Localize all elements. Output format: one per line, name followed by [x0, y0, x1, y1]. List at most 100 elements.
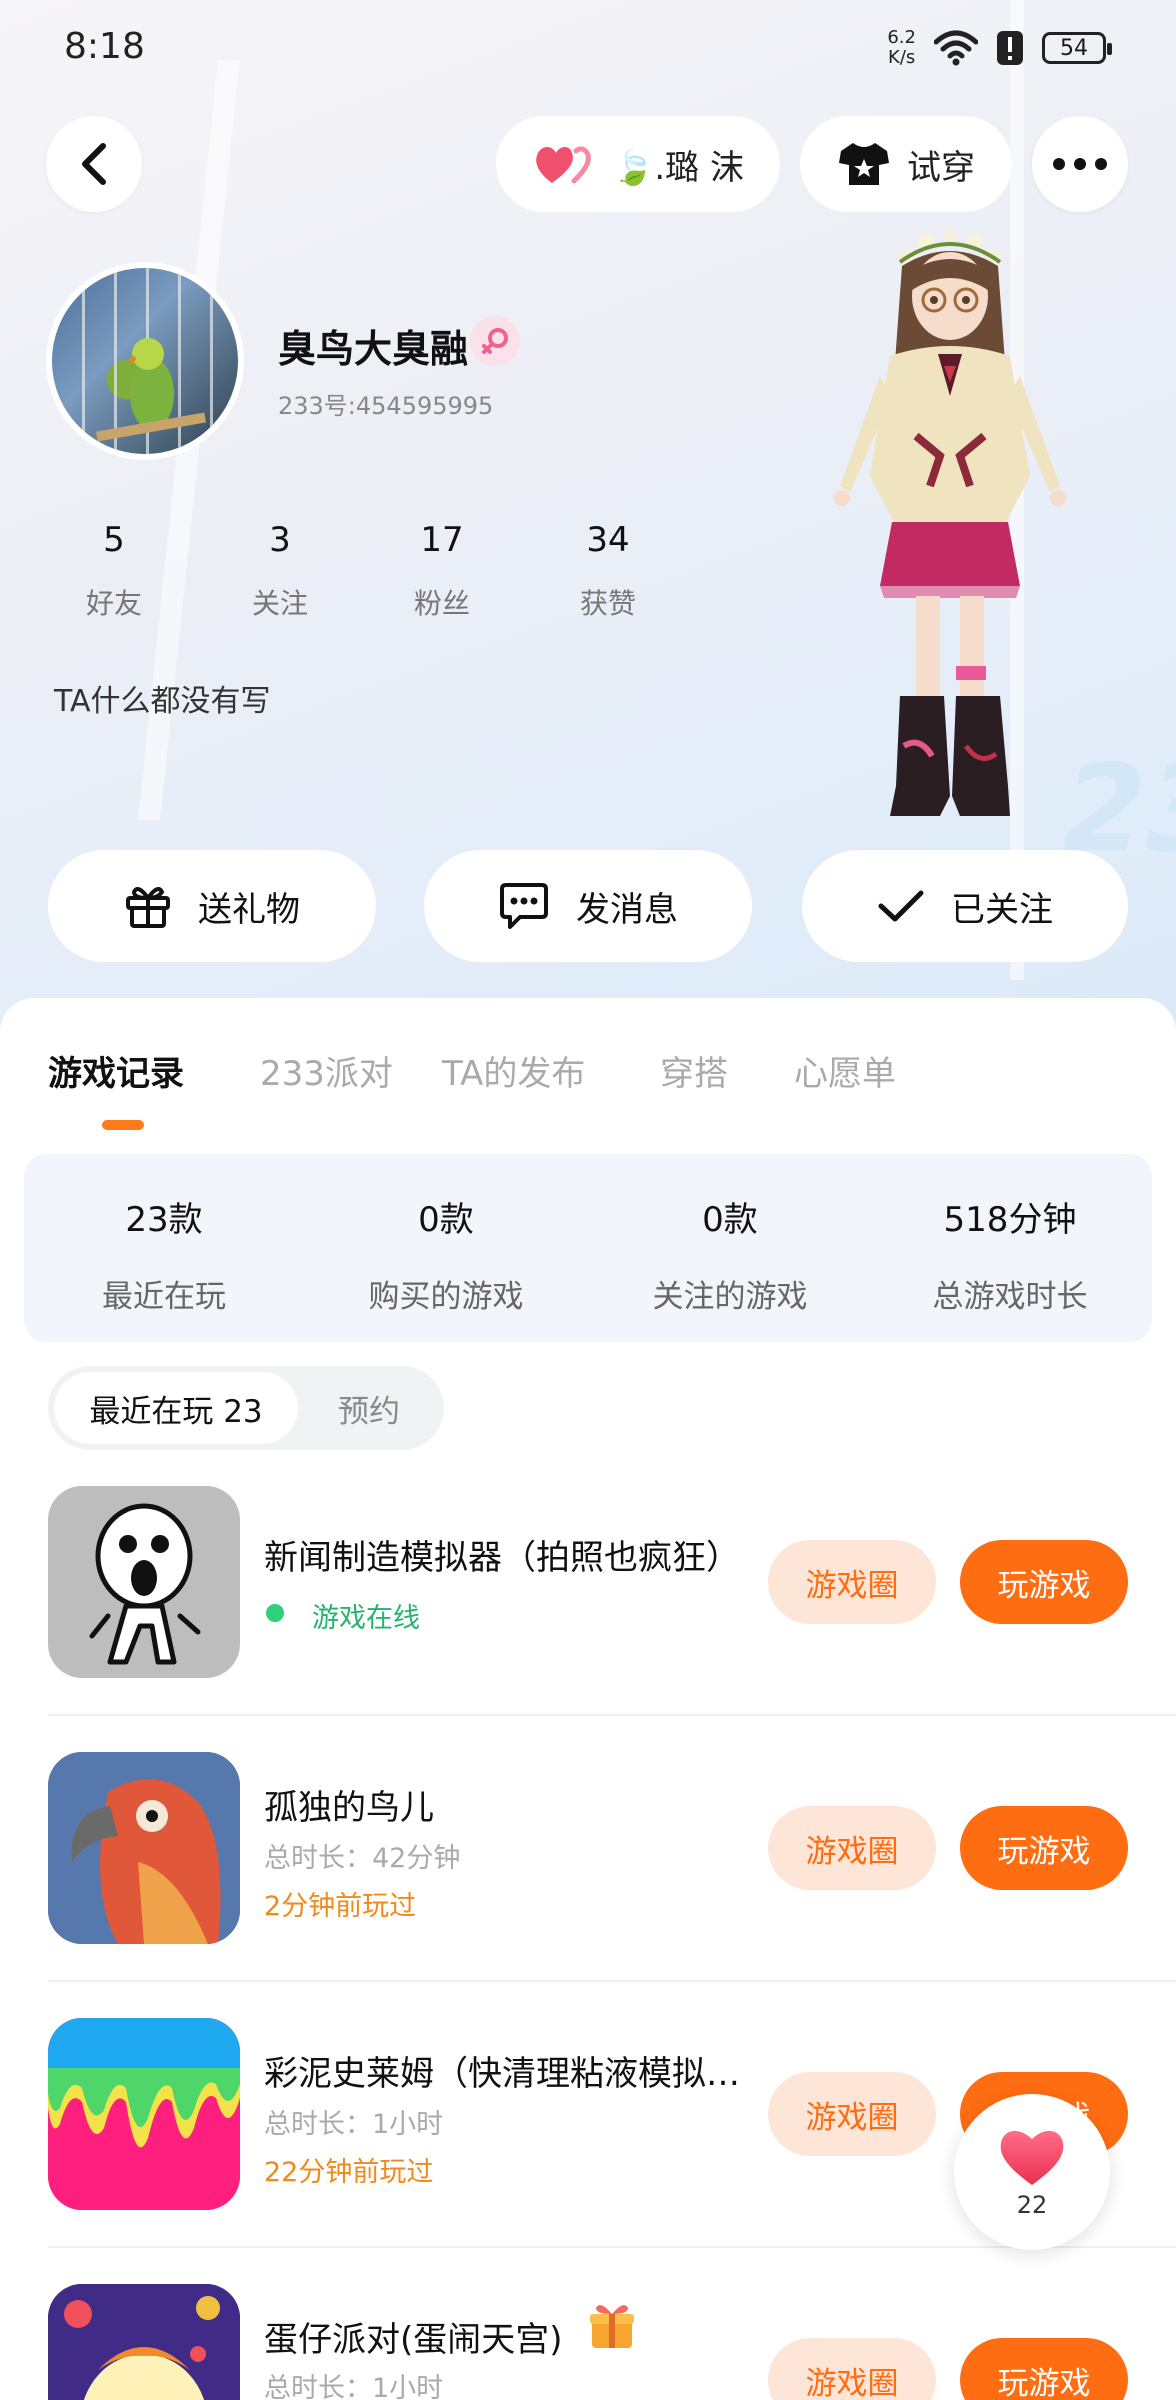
- stat-following[interactable]: 3 关注: [220, 520, 340, 622]
- tab-outfits[interactable]: 穿搭: [660, 1046, 728, 1095]
- online-dot: [266, 1604, 284, 1622]
- stat-value: 5: [103, 520, 125, 560]
- eggy-party-art: [48, 2284, 240, 2400]
- battery-indicator: 54: [1042, 32, 1112, 64]
- wifi-icon: [934, 30, 978, 66]
- game-total-duration: 总时长：42分钟: [264, 1843, 461, 1874]
- play-game-button[interactable]: 玩游戏: [960, 2338, 1128, 2400]
- summary-purchased[interactable]: 0款 购买的游戏: [316, 1192, 576, 1316]
- gift-icon: [126, 887, 170, 928]
- summary-value: 518分钟: [943, 1200, 1077, 1240]
- summary-recent-playing[interactable]: 23款 最近在玩: [34, 1192, 294, 1316]
- tab-game-records[interactable]: 游戏记录: [48, 1046, 184, 1095]
- game-last-played: 2分钟前玩过: [264, 1891, 417, 1922]
- avatar[interactable]: [46, 262, 244, 460]
- try-on-label: 试穿: [907, 147, 975, 188]
- status-time: 8:18: [64, 26, 145, 67]
- game-circle-button[interactable]: 游戏圈: [768, 2072, 936, 2156]
- double-heart-icon: [536, 146, 591, 184]
- summary-value: 0款: [418, 1200, 474, 1240]
- stat-fans[interactable]: 17 粉丝: [382, 520, 502, 622]
- gender-female-badge: [470, 316, 520, 366]
- avatar-cage-bar: [210, 268, 213, 454]
- more-dots-icon: [1053, 158, 1107, 170]
- followed-button[interactable]: 已关注: [802, 850, 1128, 962]
- filter-reserve[interactable]: 预约: [338, 1386, 400, 1431]
- game-icon-lonely-bird[interactable]: [48, 1752, 240, 1944]
- parrot-photo: [96, 338, 206, 442]
- network-speed-value: 6.2: [887, 27, 916, 48]
- tshirt-icon: [839, 143, 889, 185]
- game-icon-eggy-party[interactable]: [48, 2284, 240, 2400]
- stat-friends[interactable]: 5 好友: [54, 520, 174, 622]
- game-total-duration: 总时长：1小时: [264, 2373, 444, 2400]
- list-divider: [48, 1980, 1176, 1982]
- game-title[interactable]: 孤独的鸟儿: [264, 1780, 764, 1829]
- stat-value: 3: [269, 520, 291, 560]
- stat-label: 好友: [85, 587, 142, 620]
- checkmark-icon: [878, 890, 924, 922]
- nickname: 臭鸟大臭融: [278, 327, 469, 371]
- stat-value: 34: [586, 520, 630, 560]
- followed-label: 已关注: [951, 889, 1053, 930]
- game-circle-button[interactable]: 游戏圈: [768, 1806, 936, 1890]
- tab-wishlist[interactable]: 心愿单: [794, 1046, 896, 1095]
- female-symbol-icon: [482, 328, 508, 354]
- summary-label: 最近在玩: [102, 1279, 226, 1315]
- summary-followed-games[interactable]: 0款 关注的游戏: [600, 1192, 860, 1316]
- like-pill-button[interactable]: 🍃.璐 沫: [496, 116, 780, 212]
- send-gift-button[interactable]: 送礼物: [48, 850, 376, 962]
- summary-label: 总游戏时长: [932, 1279, 1088, 1315]
- slime-drip-art: [48, 2018, 240, 2210]
- active-tab-indicator: [102, 1120, 144, 1130]
- floating-like-button[interactable]: 22: [954, 2094, 1110, 2250]
- stat-value: 17: [420, 520, 464, 560]
- send-message-button[interactable]: 发消息: [424, 850, 752, 962]
- stat-label: 关注: [251, 587, 308, 620]
- more-options-button[interactable]: [1032, 116, 1128, 212]
- like-count: 22: [1016, 2191, 1048, 2219]
- alert-icon: [997, 31, 1023, 65]
- play-game-button[interactable]: 玩游戏: [960, 1540, 1128, 1624]
- heart-icon: [1000, 2130, 1064, 2185]
- filter-recent-playing[interactable]: 最近在玩 23: [54, 1372, 298, 1444]
- like-pill-label: 🍃.璐 沫: [612, 147, 744, 188]
- game-circle-button[interactable]: 游戏圈: [768, 2338, 936, 2400]
- game-title[interactable]: 彩泥史莱姆（快清理粘液模拟…: [264, 2046, 764, 2095]
- summary-total-playtime[interactable]: 518分钟 总游戏时长: [880, 1192, 1140, 1316]
- screaming-face-art: [89, 1503, 201, 1665]
- game-circle-button[interactable]: 游戏圈: [768, 1540, 936, 1624]
- stat-label: 获赞: [579, 587, 636, 620]
- status-icons: 6.2 K/s 54: [887, 28, 1112, 68]
- play-game-button[interactable]: 玩游戏: [960, 1806, 1128, 1890]
- network-speed: 6.2 K/s: [887, 28, 916, 68]
- summary-label: 关注的游戏: [652, 1279, 808, 1315]
- list-divider: [48, 1714, 1176, 1716]
- parrot-art: [48, 1752, 240, 1944]
- summary-label: 购买的游戏: [368, 1279, 524, 1315]
- tab-233-party[interactable]: 233派对: [260, 1046, 393, 1095]
- list-divider: [48, 2246, 1176, 2248]
- avatar-character[interactable]: [820, 226, 1080, 846]
- send-message-label: 发消息: [576, 889, 678, 930]
- game-title[interactable]: 新闻制造模拟器（拍照也疯狂）: [264, 1530, 764, 1579]
- gift-box-icon: [590, 2305, 634, 2348]
- send-gift-label: 送礼物: [198, 889, 300, 930]
- user-id: 233号:454595995: [278, 392, 494, 420]
- stat-label: 粉丝: [413, 587, 470, 620]
- try-on-button[interactable]: 试穿: [800, 116, 1012, 212]
- profile-bio: TA什么都没有写: [54, 684, 271, 719]
- stat-likes[interactable]: 34 获赞: [548, 520, 668, 622]
- tab-posts[interactable]: TA的发布: [442, 1046, 585, 1095]
- game-icon-slime[interactable]: [48, 2018, 240, 2210]
- summary-value: 0款: [702, 1200, 758, 1240]
- summary-value: 23款: [125, 1200, 203, 1240]
- back-button[interactable]: [46, 116, 142, 212]
- back-arrow-icon: [82, 143, 106, 185]
- game-icon-news-simulator[interactable]: [48, 1486, 240, 1678]
- network-speed-unit: K/s: [888, 47, 916, 68]
- game-total-duration: 总时长：1小时: [264, 2109, 444, 2140]
- game-online-status: 游戏在线: [312, 1603, 420, 1634]
- chat-bubble-icon: [500, 883, 548, 929]
- game-last-played: 22分钟前玩过: [264, 2157, 434, 2188]
